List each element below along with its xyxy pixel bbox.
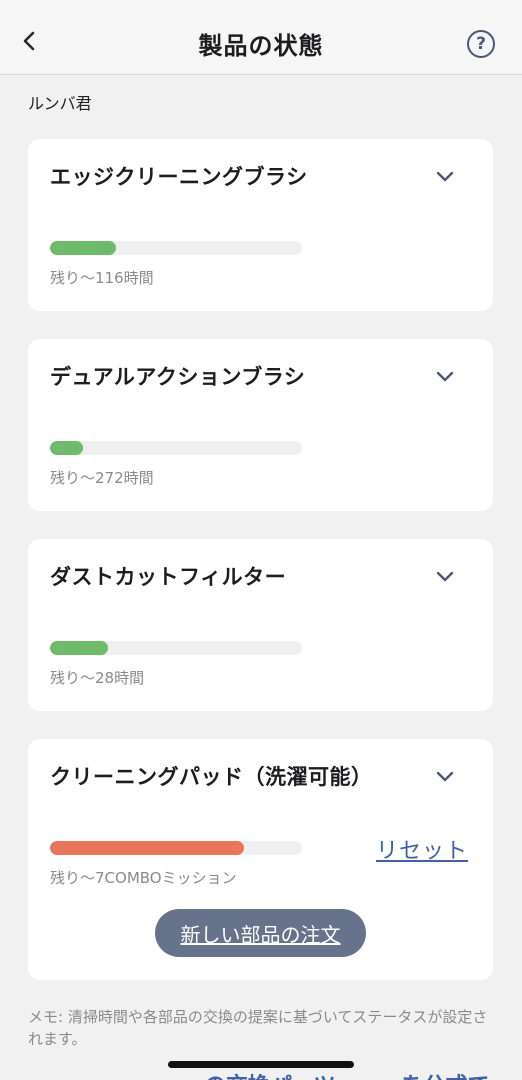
remaining-life-text: 残り〜7COMBOミッション — [50, 869, 237, 887]
chevron-down-icon[interactable] — [431, 365, 459, 387]
life-progress-fill — [50, 441, 83, 455]
page-title: 製品の状態 — [198, 32, 324, 60]
chevron-down-icon[interactable] — [431, 565, 459, 587]
part-title: エッジクリーニングブラシ — [50, 165, 308, 189]
order-new-part-button[interactable]: 新しい部品の注文 — [155, 909, 366, 957]
remaining-life-text: 残り〜116時間 — [50, 269, 154, 287]
remaining-life-text: 残り〜272時間 — [50, 469, 154, 487]
help-button[interactable]: ? — [467, 30, 495, 58]
reset-link[interactable]: リセット — [376, 833, 468, 865]
life-progress-bar — [50, 441, 302, 455]
life-progress-fill — [50, 641, 108, 655]
chevron-down-icon[interactable] — [431, 765, 459, 787]
part-card-edge-brush: エッジクリーニングブラシ 残り〜116時間 — [28, 139, 493, 311]
life-progress-bar — [50, 641, 302, 655]
device-name: ルンバ君 — [28, 94, 92, 113]
part-title: クリーニングパッド（洗濯可能） — [50, 765, 373, 789]
part-card-cleaning-pad: クリーニングパッド（洗濯可能） リセット 残り〜7COMBOミッション 新しい部… — [28, 739, 493, 980]
life-progress-fill — [50, 841, 245, 855]
question-circle-icon: ? — [476, 34, 486, 54]
part-title: デュアルアクションブラシ — [50, 365, 306, 389]
home-indicator[interactable] — [168, 1061, 354, 1068]
life-progress-bar — [50, 241, 302, 255]
part-card-filter: ダストカットフィルター 残り〜28時間 — [28, 539, 493, 711]
remaining-life-text: 残り〜28時間 — [50, 669, 145, 687]
footer-link-partial[interactable]: ・・・・・・・・の交換パーツ・・・を公式で — [28, 1070, 498, 1080]
status-note: メモ: 清掃時間や各部品の交換の提案に基づいてステータスが設定されます。 — [28, 1008, 488, 1048]
life-progress-bar — [50, 841, 302, 855]
chevron-down-icon[interactable] — [431, 165, 459, 187]
part-title: ダストカットフィルター — [50, 565, 287, 589]
part-card-dual-brush: デュアルアクションブラシ 残り〜272時間 — [28, 339, 493, 511]
life-progress-fill — [50, 241, 116, 255]
header: 製品の状態 ? — [0, 0, 522, 75]
